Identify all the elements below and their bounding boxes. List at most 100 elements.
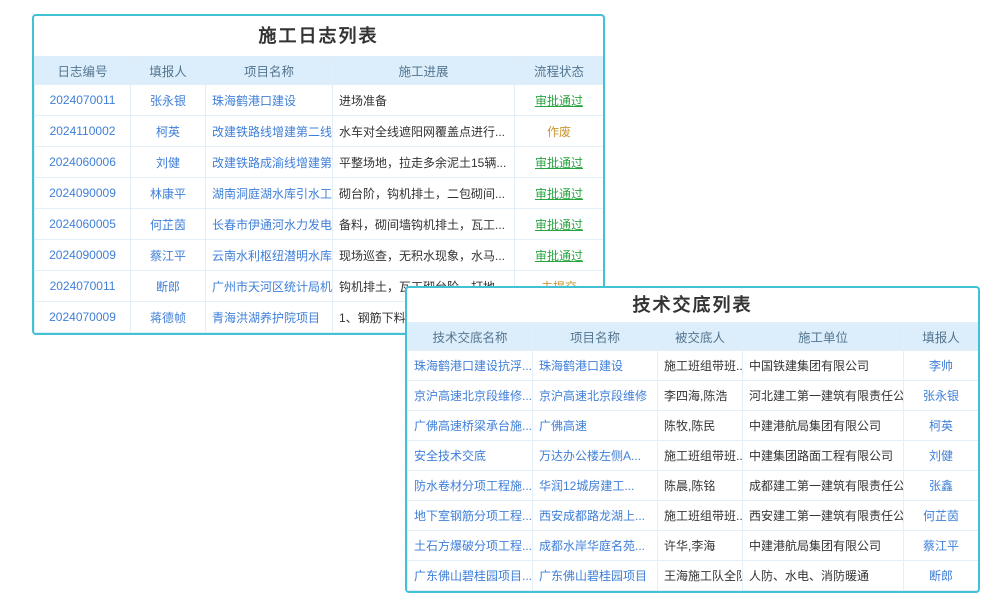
status-cell[interactable]: 审批通过 (515, 147, 604, 178)
disclosure-name-cell[interactable]: 广东佛山碧桂园项目... (408, 561, 533, 591)
construction-unit-cell: 成都建工第一建筑有限责任公司 (743, 471, 904, 501)
log-id-cell[interactable]: 2024110002 (35, 116, 131, 147)
construction-unit-cell: 中建港航局集团有限公司 (743, 531, 904, 561)
table-row: 2024090009蔡江平云南水利枢纽潜明水库—...现场巡查，无积水现象，水马… (35, 240, 604, 271)
log-id-cell[interactable]: 2024090009 (35, 178, 131, 209)
construction-unit-cell: 中建港航局集团有限公司 (743, 411, 904, 441)
disclosure-name-cell[interactable]: 土石方爆破分项工程... (408, 531, 533, 561)
table-row: 土石方爆破分项工程...成都水岸华庭名苑...许华,李海中建港航局集团有限公司蔡… (408, 531, 979, 561)
disclosure-name-cell[interactable]: 京沪高速北京段维修... (408, 381, 533, 411)
log-id-cell[interactable]: 2024070009 (35, 302, 131, 333)
construction-unit-cell: 中国铁建集团有限公司 (743, 351, 904, 381)
receiver-cell: 李四海,陈浩 (658, 381, 743, 411)
column-header: 被交底人 (658, 323, 743, 351)
log-id-cell[interactable]: 2024060006 (35, 147, 131, 178)
reporter-cell[interactable]: 刘健 (904, 441, 979, 471)
table-row: 京沪高速北京段维修...京沪高速北京段维修李四海,陈浩河北建工第一建筑有限责任公… (408, 381, 979, 411)
table-row: 防水卷材分项工程施...华润12城房建工...陈晨,陈铭成都建工第一建筑有限责任… (408, 471, 979, 501)
column-header: 日志编号 (35, 57, 131, 85)
progress-cell: 砌台阶，钩机排土，二包砌间... (333, 178, 515, 209)
project-name-cell[interactable]: 青海洪湖养护院项目 (206, 302, 333, 333)
reporter-cell[interactable]: 何芷茵 (904, 501, 979, 531)
reporter-cell[interactable]: 断郎 (904, 561, 979, 591)
reporter-cell[interactable]: 李帅 (904, 351, 979, 381)
construction-unit-cell: 中建集团路面工程有限公司 (743, 441, 904, 471)
table-row: 广佛高速桥梁承台施...广佛高速陈牧,陈民中建港航局集团有限公司柯英 (408, 411, 979, 441)
construction-unit-cell: 河北建工第一建筑有限责任公司 (743, 381, 904, 411)
disclosure-table: 技术交底名称项目名称被交底人施工单位填报人 珠海鹤港口建设抗浮...珠海鹤港口建… (407, 322, 979, 591)
reporter-cell[interactable]: 张鑫 (904, 471, 979, 501)
project-name-cell[interactable]: 长春市伊通河水力发电厂... (206, 209, 333, 240)
log-table-header-row: 日志编号填报人项目名称施工进展流程状态 (35, 57, 604, 85)
receiver-cell: 施工班组带班... (658, 351, 743, 381)
project-name-cell[interactable]: 华润12城房建工... (533, 471, 658, 501)
progress-cell: 进场准备 (333, 85, 515, 116)
reporter-cell[interactable]: 刘健 (131, 147, 206, 178)
progress-cell: 现场巡查，无积水现象，水马... (333, 240, 515, 271)
table-row: 2024110002柯英改建铁路线增建第二线直...水车对全线遮阳网覆盖点进行.… (35, 116, 604, 147)
project-name-cell[interactable]: 改建铁路线增建第二线直... (206, 116, 333, 147)
table-row: 2024070011张永银珠海鹤港口建设进场准备审批通过 (35, 85, 604, 116)
table-row: 2024060006刘健改建铁路成渝线增建第二...平整场地，拉走多余泥土15辆… (35, 147, 604, 178)
progress-cell: 平整场地，拉走多余泥土15辆... (333, 147, 515, 178)
disclosure-panel-title: 技术交底列表 (407, 288, 978, 322)
receiver-cell: 陈牧,陈民 (658, 411, 743, 441)
project-name-cell[interactable]: 万达办公楼左侧A... (533, 441, 658, 471)
column-header: 项目名称 (533, 323, 658, 351)
project-name-cell[interactable]: 珠海鹤港口建设 (206, 85, 333, 116)
disclosure-name-cell[interactable]: 珠海鹤港口建设抗浮... (408, 351, 533, 381)
log-id-cell[interactable]: 2024090009 (35, 240, 131, 271)
table-row: 2024090009林康平湖南洞庭湖水库引水工程...砌台阶，钩机排土，二包砌间… (35, 178, 604, 209)
table-row: 地下室钢筋分项工程...西安成都路龙湖上...施工班组带班...西安建工第一建筑… (408, 501, 979, 531)
construction-unit-cell: 西安建工第一建筑有限责任公司 (743, 501, 904, 531)
disclosure-name-cell[interactable]: 地下室钢筋分项工程... (408, 501, 533, 531)
project-name-cell[interactable]: 西安成都路龙湖上... (533, 501, 658, 531)
column-header: 施工单位 (743, 323, 904, 351)
table-row: 安全技术交底万达办公楼左侧A...施工班组带班...中建集团路面工程有限公司刘健 (408, 441, 979, 471)
log-id-cell[interactable]: 2024060005 (35, 209, 131, 240)
log-id-cell[interactable]: 2024070011 (35, 85, 131, 116)
column-header: 填报人 (131, 57, 206, 85)
table-row: 珠海鹤港口建设抗浮...珠海鹤港口建设施工班组带班...中国铁建集团有限公司李帅 (408, 351, 979, 381)
status-cell[interactable]: 审批通过 (515, 178, 604, 209)
receiver-cell: 许华,李海 (658, 531, 743, 561)
progress-cell: 水车对全线遮阳网覆盖点进行... (333, 116, 515, 147)
reporter-cell[interactable]: 蔡江平 (131, 240, 206, 271)
column-header: 施工进展 (333, 57, 515, 85)
column-header: 项目名称 (206, 57, 333, 85)
reporter-cell[interactable]: 蔡江平 (904, 531, 979, 561)
status-cell[interactable]: 审批通过 (515, 240, 604, 271)
project-name-cell[interactable]: 广州市天河区统计局机房... (206, 271, 333, 302)
column-header: 技术交底名称 (408, 323, 533, 351)
table-row: 2024060005何芷茵长春市伊通河水力发电厂...备料，砌间墙钩机排土，瓦工… (35, 209, 604, 240)
reporter-cell[interactable]: 张永银 (131, 85, 206, 116)
reporter-cell[interactable]: 蒋德帧 (131, 302, 206, 333)
disclosure-name-cell[interactable]: 安全技术交底 (408, 441, 533, 471)
project-name-cell[interactable]: 改建铁路成渝线增建第二... (206, 147, 333, 178)
reporter-cell[interactable]: 柯英 (131, 116, 206, 147)
reporter-cell[interactable]: 张永银 (904, 381, 979, 411)
project-name-cell[interactable]: 广佛高速 (533, 411, 658, 441)
project-name-cell[interactable]: 湖南洞庭湖水库引水工程... (206, 178, 333, 209)
disclosure-name-cell[interactable]: 广佛高速桥梁承台施... (408, 411, 533, 441)
column-header: 流程状态 (515, 57, 604, 85)
reporter-cell[interactable]: 林康平 (131, 178, 206, 209)
status-cell[interactable]: 审批通过 (515, 85, 604, 116)
log-id-cell[interactable]: 2024070011 (35, 271, 131, 302)
status-cell[interactable]: 审批通过 (515, 209, 604, 240)
receiver-cell: 王海施工队全队 (658, 561, 743, 591)
table-row: 广东佛山碧桂园项目...广东佛山碧桂园项目王海施工队全队人防、水电、消防暖通断郎 (408, 561, 979, 591)
project-name-cell[interactable]: 云南水利枢纽潜明水库—... (206, 240, 333, 271)
project-name-cell[interactable]: 成都水岸华庭名苑... (533, 531, 658, 561)
project-name-cell[interactable]: 广东佛山碧桂园项目 (533, 561, 658, 591)
receiver-cell: 陈晨,陈铭 (658, 471, 743, 501)
reporter-cell[interactable]: 柯英 (904, 411, 979, 441)
disclosure-name-cell[interactable]: 防水卷材分项工程施... (408, 471, 533, 501)
status-cell[interactable]: 作废 (515, 116, 604, 147)
project-name-cell[interactable]: 珠海鹤港口建设 (533, 351, 658, 381)
technical-disclosure-panel: 技术交底列表 技术交底名称项目名称被交底人施工单位填报人 珠海鹤港口建设抗浮..… (405, 286, 980, 593)
project-name-cell[interactable]: 京沪高速北京段维修 (533, 381, 658, 411)
reporter-cell[interactable]: 何芷茵 (131, 209, 206, 240)
construction-unit-cell: 人防、水电、消防暖通 (743, 561, 904, 591)
reporter-cell[interactable]: 断郎 (131, 271, 206, 302)
